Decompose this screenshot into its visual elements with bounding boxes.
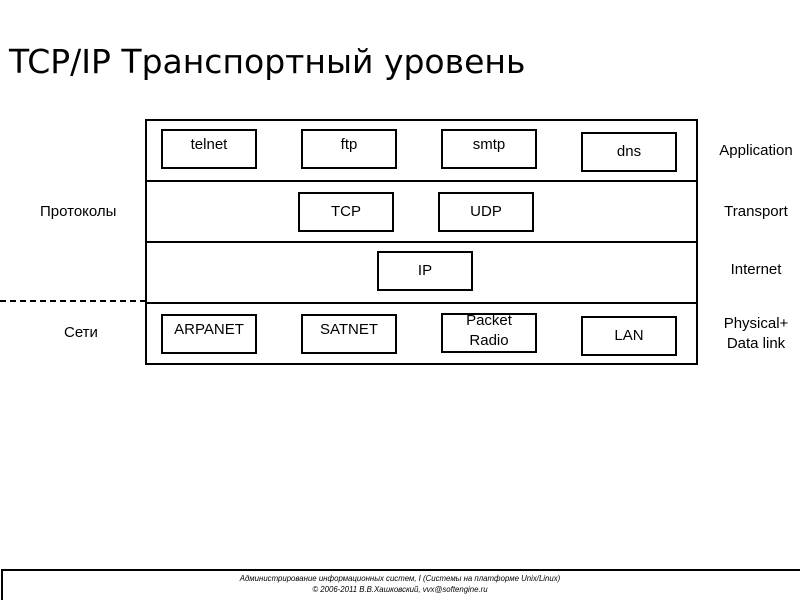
slide-title: TCP/IP Транспортный уровень xyxy=(9,42,526,81)
layer-name-transport: Transport xyxy=(724,203,788,220)
protocol-box-dns: dns xyxy=(581,132,677,172)
network-box-packet-radio: Packet Radio xyxy=(441,312,537,353)
layer-divider-transport-internet xyxy=(145,241,698,243)
protocol-box-smtp: smtp xyxy=(441,129,537,169)
protocol-box-ftp: ftp xyxy=(301,129,397,169)
protocol-box-ip: IP xyxy=(377,251,473,291)
network-box-satnet: SATNET xyxy=(301,314,397,354)
protocol-box-udp: UDP xyxy=(438,192,534,232)
networks-label: Сети xyxy=(64,324,98,341)
footer-copyright: © 2006-2011 В.В.Хашковский, vvx@softengi… xyxy=(312,584,488,594)
network-label: ARPANET xyxy=(174,321,244,338)
protocol-label: IP xyxy=(417,262,433,279)
network-label: SATNET xyxy=(319,321,379,338)
protocols-label: Протоколы xyxy=(40,203,117,220)
protocol-label: smtp xyxy=(472,136,506,153)
footer-separator xyxy=(1,569,800,571)
protocol-label: telnet xyxy=(190,136,228,153)
network-label-line1: Packet xyxy=(466,312,512,329)
layer-divider-application-transport xyxy=(145,180,698,182)
network-box-lan: LAN xyxy=(581,316,677,356)
footer-course-title: Администрирование информационных систем,… xyxy=(239,573,561,583)
protocol-label: UDP xyxy=(470,203,502,220)
protocol-box-tcp: TCP xyxy=(298,192,394,232)
layer-name-internet: Internet xyxy=(730,261,782,278)
network-label: LAN xyxy=(614,327,644,344)
protocol-box-telnet: telnet xyxy=(161,129,257,169)
footer: Администрирование информационных систем,… xyxy=(32,573,768,595)
protocols-networks-separator xyxy=(0,300,146,302)
protocol-label: TCP xyxy=(331,203,361,220)
protocol-label: ftp xyxy=(340,136,358,153)
protocol-label: dns xyxy=(616,143,642,160)
layer-name-physical-line1: Physical+ xyxy=(723,315,789,332)
network-label-line2: Radio xyxy=(469,332,509,349)
layer-divider-internet-physical xyxy=(145,302,698,304)
network-box-arpanet: ARPANET xyxy=(161,314,257,354)
footer-left-edge xyxy=(1,569,3,600)
layer-name-physical-line2: Data link xyxy=(726,335,786,352)
layer-name-application: Application xyxy=(719,142,793,159)
